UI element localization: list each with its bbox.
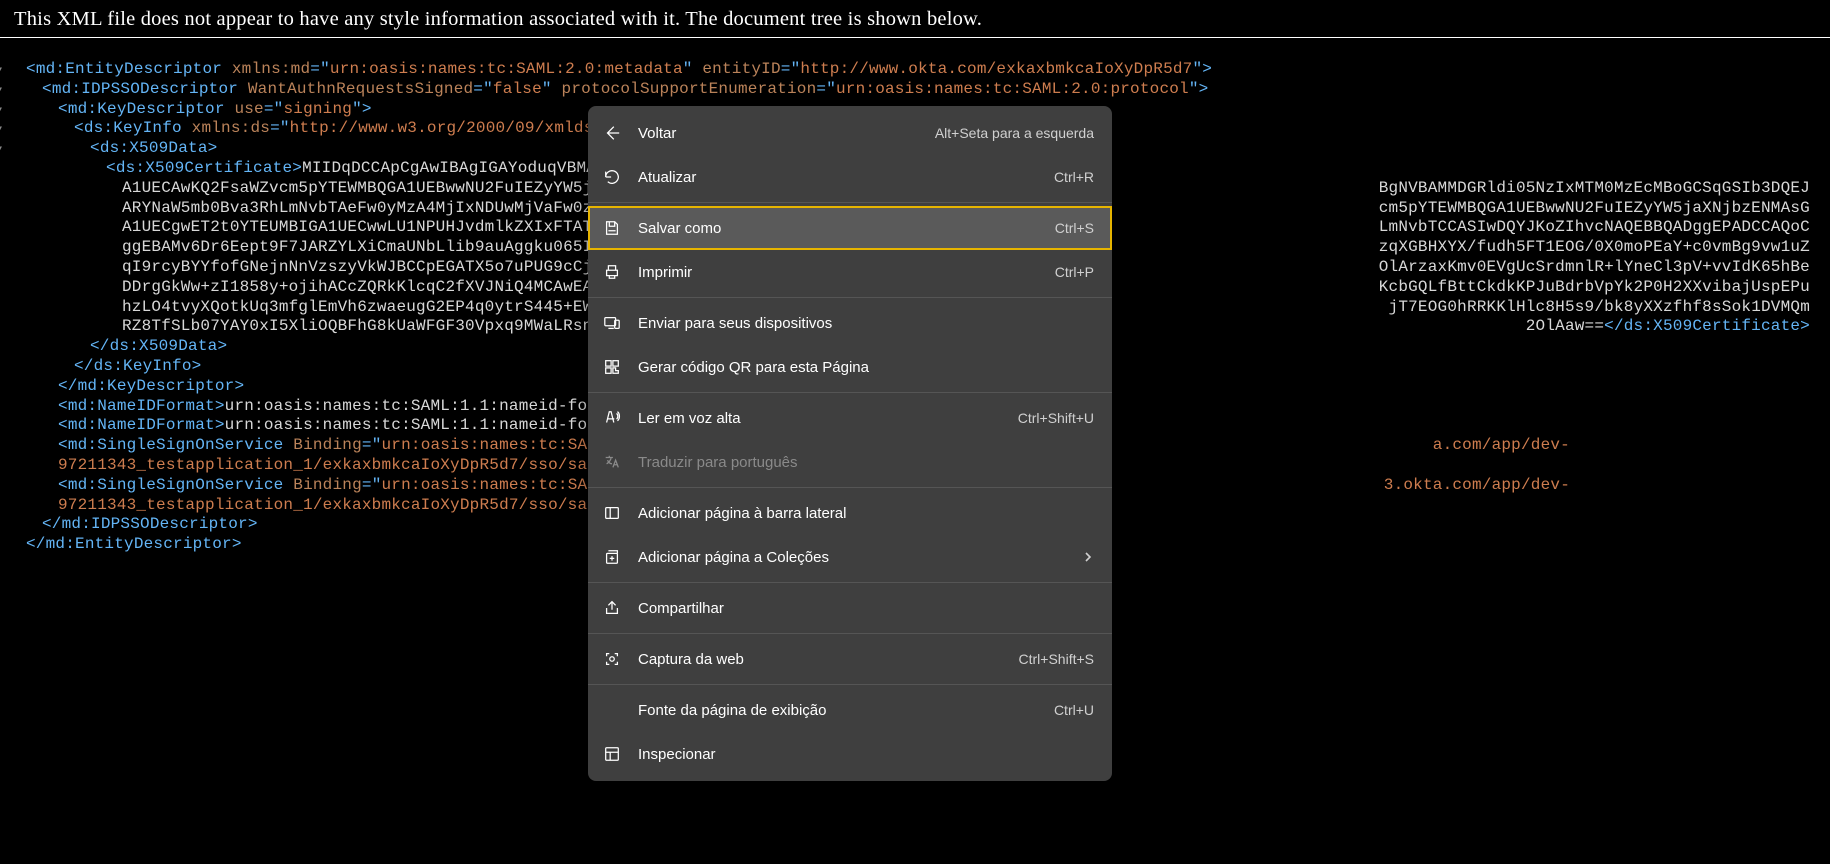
- read-aloud-icon: [602, 408, 622, 428]
- menu-label: Adicionar página à barra lateral: [638, 505, 1094, 522]
- menu-label: Captura da web: [638, 651, 1003, 668]
- save-icon: [602, 218, 622, 238]
- menu-shortcut: Ctrl+Shift+U: [1018, 410, 1094, 426]
- chevron-right-icon: [1082, 551, 1094, 563]
- collections-icon: [602, 547, 622, 567]
- menu-shortcut: Ctrl+S: [1055, 220, 1094, 236]
- blank-icon: [602, 700, 622, 720]
- menu-share[interactable]: Compartilhar: [588, 586, 1112, 630]
- twisty-icon[interactable]: ▼: [0, 102, 2, 122]
- capture-icon: [602, 649, 622, 669]
- twisty-icon[interactable]: ▼: [0, 82, 2, 102]
- twisty-icon[interactable]: ▼: [0, 141, 2, 161]
- menu-web-capture[interactable]: Captura da web Ctrl+Shift+S: [588, 637, 1112, 681]
- separator: [588, 202, 1112, 203]
- separator: [588, 633, 1112, 634]
- inspect-icon: [602, 744, 622, 764]
- print-icon: [602, 262, 622, 282]
- xml-line: ▼ <md:EntityDescriptor xmlns:md="urn:oas…: [10, 60, 1830, 80]
- menu-label: Enviar para seus dispositivos: [638, 315, 1094, 332]
- menu-shortcut: Alt+Seta para a esquerda: [935, 125, 1094, 141]
- separator: [588, 582, 1112, 583]
- menu-label: Salvar como: [638, 220, 1039, 237]
- menu-qr-code[interactable]: Gerar código QR para esta Página: [588, 345, 1112, 389]
- separator: [588, 684, 1112, 685]
- translate-icon: [602, 452, 622, 472]
- menu-read-aloud[interactable]: Ler em voz alta Ctrl+Shift+U: [588, 396, 1112, 440]
- share-icon: [602, 598, 622, 618]
- menu-label: Compartilhar: [638, 600, 1094, 617]
- menu-label: Inspecionar: [638, 746, 1094, 763]
- menu-add-to-collections[interactable]: Adicionar página a Coleções: [588, 535, 1112, 579]
- menu-reload[interactable]: Atualizar Ctrl+R: [588, 155, 1112, 199]
- menu-label: Traduzir para português: [638, 454, 1094, 471]
- sidebar-icon: [602, 503, 622, 523]
- qr-icon: [602, 357, 622, 377]
- separator: [588, 487, 1112, 488]
- xml-notice: This XML file does not appear to have an…: [0, 0, 1830, 38]
- context-menu: Voltar Alt+Seta para a esquerda Atualiza…: [588, 106, 1112, 781]
- arrow-left-icon: [602, 123, 622, 143]
- refresh-icon: [602, 167, 622, 187]
- menu-label: Voltar: [638, 125, 919, 142]
- menu-label: Fonte da página de exibição: [638, 702, 1038, 719]
- menu-shortcut: Ctrl+R: [1054, 169, 1094, 185]
- menu-label: Gerar código QR para esta Página: [638, 359, 1094, 376]
- separator: [588, 392, 1112, 393]
- menu-label: Atualizar: [638, 169, 1038, 186]
- xml-line: ▼ <md:IDPSSODescriptor WantAuthnRequests…: [10, 80, 1830, 100]
- menu-inspect[interactable]: Inspecionar: [588, 732, 1112, 776]
- menu-label: Ler em voz alta: [638, 410, 1002, 427]
- menu-save-as[interactable]: Salvar como Ctrl+S: [588, 206, 1112, 250]
- menu-print[interactable]: Imprimir Ctrl+P: [588, 250, 1112, 294]
- menu-shortcut: Ctrl+U: [1054, 702, 1094, 718]
- twisty-icon[interactable]: ▼: [0, 121, 2, 141]
- menu-shortcut: Ctrl+Shift+S: [1019, 651, 1094, 667]
- separator: [588, 297, 1112, 298]
- menu-label: Imprimir: [638, 264, 1039, 281]
- menu-add-to-sidebar[interactable]: Adicionar página à barra lateral: [588, 491, 1112, 535]
- menu-view-source[interactable]: Fonte da página de exibição Ctrl+U: [588, 688, 1112, 732]
- menu-shortcut: Ctrl+P: [1055, 264, 1094, 280]
- twisty-icon[interactable]: ▼: [0, 62, 2, 82]
- menu-translate[interactable]: Traduzir para português: [588, 440, 1112, 484]
- devices-icon: [602, 313, 622, 333]
- menu-send-to-devices[interactable]: Enviar para seus dispositivos: [588, 301, 1112, 345]
- menu-back[interactable]: Voltar Alt+Seta para a esquerda: [588, 111, 1112, 155]
- menu-label: Adicionar página a Coleções: [638, 549, 1094, 566]
